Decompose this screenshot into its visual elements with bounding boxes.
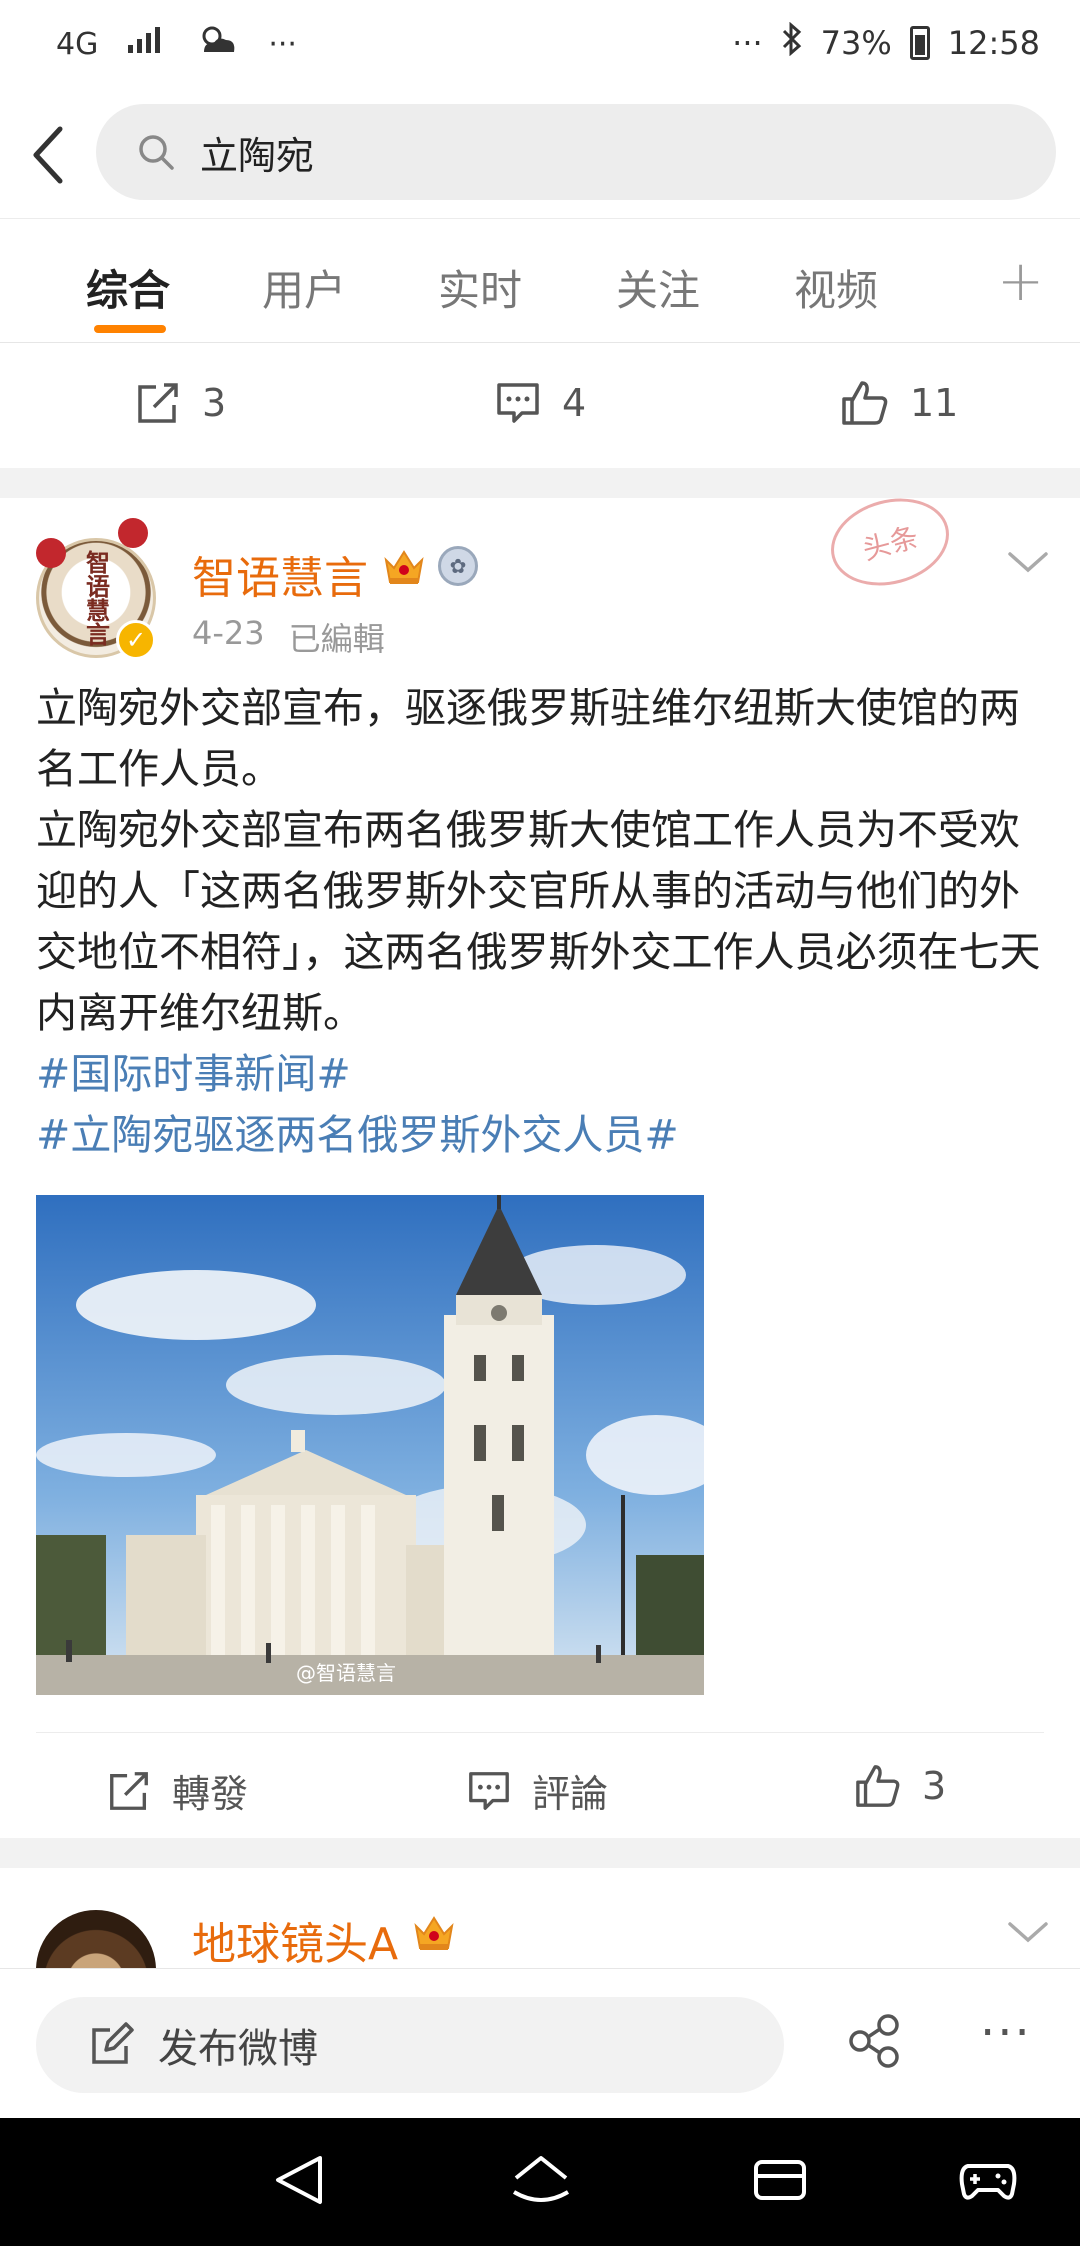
tab-comprehensive[interactable]: 综合 <box>86 257 170 318</box>
post-image[interactable]: @智语慧言 <box>36 1195 704 1695</box>
active-tab-indicator <box>94 325 166 333</box>
avatar-logo-text: 智语慧言 <box>81 550 111 646</box>
back-arrow-icon <box>33 126 63 184</box>
tab-users[interactable]: 用户 <box>262 257 346 318</box>
repost-button[interactable]: 3 <box>134 379 226 427</box>
post-paragraph: 立陶宛外交部宣布两名俄罗斯大使馆工作人员为不受欢迎的人「这两名俄罗斯外交官所从事… <box>36 806 1041 1037</box>
hashtag-link[interactable]: #国际时事新闻# <box>36 1044 1046 1105</box>
search-query: 立陶宛 <box>200 133 315 178</box>
nav-recents-button[interactable] <box>752 2152 808 2212</box>
comment-button[interactable]: 評論 <box>466 1763 608 1818</box>
comment-button[interactable]: 4 <box>494 379 586 427</box>
gamepad-icon <box>959 2164 1017 2200</box>
share-button[interactable] <box>846 2013 902 2073</box>
avatar-flower-decoration <box>118 518 148 548</box>
repost-icon <box>110 1771 148 1810</box>
post-text: 立陶宛外交部宣布，驱逐俄罗斯驻维尔纽斯大使馆的两名工作人员。 立陶宛外交部宣布两… <box>36 678 1046 1166</box>
chevron-down-icon[interactable] <box>1006 548 1050 576</box>
signal-icon <box>126 25 166 63</box>
comment-icon <box>469 1771 509 1810</box>
medal-icon: ✿ <box>438 546 478 586</box>
tab-following[interactable]: 关注 <box>616 257 700 318</box>
comment-icon <box>497 383 539 423</box>
recents-icon <box>754 2160 806 2200</box>
clock: 12:58 <box>947 24 1040 62</box>
network-type-label: 4G <box>56 26 99 62</box>
repost-button[interactable]: 轉發 <box>106 1763 248 1818</box>
compose-bar: 发布微博 ··· <box>0 1968 1080 2118</box>
search-header: 立陶宛 <box>0 92 1080 218</box>
chevron-down-icon[interactable] <box>1006 1918 1050 1946</box>
battery-icon <box>909 26 930 60</box>
more-options-button[interactable]: ··· <box>980 2005 1032 2061</box>
edit-icon <box>92 2022 134 2064</box>
vip-crown-icon <box>414 1916 454 1950</box>
post-username[interactable]: 智语慧言 <box>192 542 368 606</box>
like-button[interactable]: 3 <box>854 1763 946 1809</box>
add-tab-button[interactable]: + <box>997 249 1044 314</box>
next-post-card: 地球镜头A <box>0 1868 1080 1968</box>
compose-post-button[interactable]: 发布微博 <box>36 1997 784 2093</box>
image-watermark: @智语慧言 <box>296 1661 396 1685</box>
like-count: 11 <box>910 381 959 425</box>
search-input[interactable]: 立陶宛 <box>96 104 1056 200</box>
home-icon <box>512 2156 570 2202</box>
cathedral-photo <box>36 1195 704 1695</box>
repost-icon <box>138 383 178 423</box>
weather-icon <box>194 22 240 66</box>
verified-badge-icon: ✓ <box>116 620 156 660</box>
thumbs-up-icon <box>842 381 888 425</box>
headline-stamp: 头条 <box>821 485 959 599</box>
tab-realtime[interactable]: 实时 <box>438 257 522 318</box>
thumbs-up-icon <box>856 1765 900 1807</box>
tab-video[interactable]: 视频 <box>794 257 878 318</box>
back-button[interactable] <box>18 116 78 194</box>
post-actions: 轉發 評論 3 <box>36 1732 1044 1838</box>
nav-back-button[interactable] <box>272 2152 326 2212</box>
post-username[interactable]: 地球镜头A <box>192 1908 398 1968</box>
search-tabs: 综合 用户 实时 关注 视频 + <box>0 218 1080 343</box>
post-card: 智语慧言 ✓ 智语慧言 ✿ 4-23 已編輯 头条 立陶宛外交部宣布，驱逐俄罗斯… <box>0 485 1080 1838</box>
battery-percent: 73% <box>820 24 892 62</box>
status-bar: 4G ··· ··· 73% 12:58 <box>0 0 1080 92</box>
avatar-flower-decoration <box>36 538 66 568</box>
like-count: 3 <box>922 1764 947 1808</box>
post-meta: 4-23 已編輯 <box>192 614 385 660</box>
search-icon <box>139 135 174 170</box>
repost-label: 轉發 <box>172 1772 249 1816</box>
repost-count: 3 <box>202 381 227 425</box>
bluetooth-icon <box>781 21 803 64</box>
share-icon <box>849 2014 899 2068</box>
post-date: 4-23 <box>192 614 265 652</box>
vip-crown-icon <box>384 550 424 584</box>
post-edited-label: 已編輯 <box>288 620 385 658</box>
status-more-right: ··· <box>732 24 763 62</box>
previous-post-actions: 3 4 11 <box>0 343 1080 468</box>
comment-count: 4 <box>562 381 587 425</box>
game-tools-button[interactable] <box>958 2152 1018 2212</box>
comment-label: 評論 <box>532 1772 609 1816</box>
hashtag-link[interactable]: #立陶宛驱逐两名俄罗斯外交人员# <box>36 1105 1046 1166</box>
compose-label: 发布微博 <box>158 2026 318 2072</box>
nav-home-button[interactable] <box>510 2152 572 2212</box>
triangle-back-icon <box>276 2156 322 2204</box>
post-paragraph: 立陶宛外交部宣布，驱逐俄罗斯驻维尔纽斯大使馆的两名工作人员。 <box>36 684 1020 793</box>
avatar[interactable] <box>36 1910 156 1968</box>
like-button[interactable]: 11 <box>840 379 958 427</box>
system-navigation-bar <box>0 2118 1080 2246</box>
status-more-left: ··· <box>268 26 297 62</box>
